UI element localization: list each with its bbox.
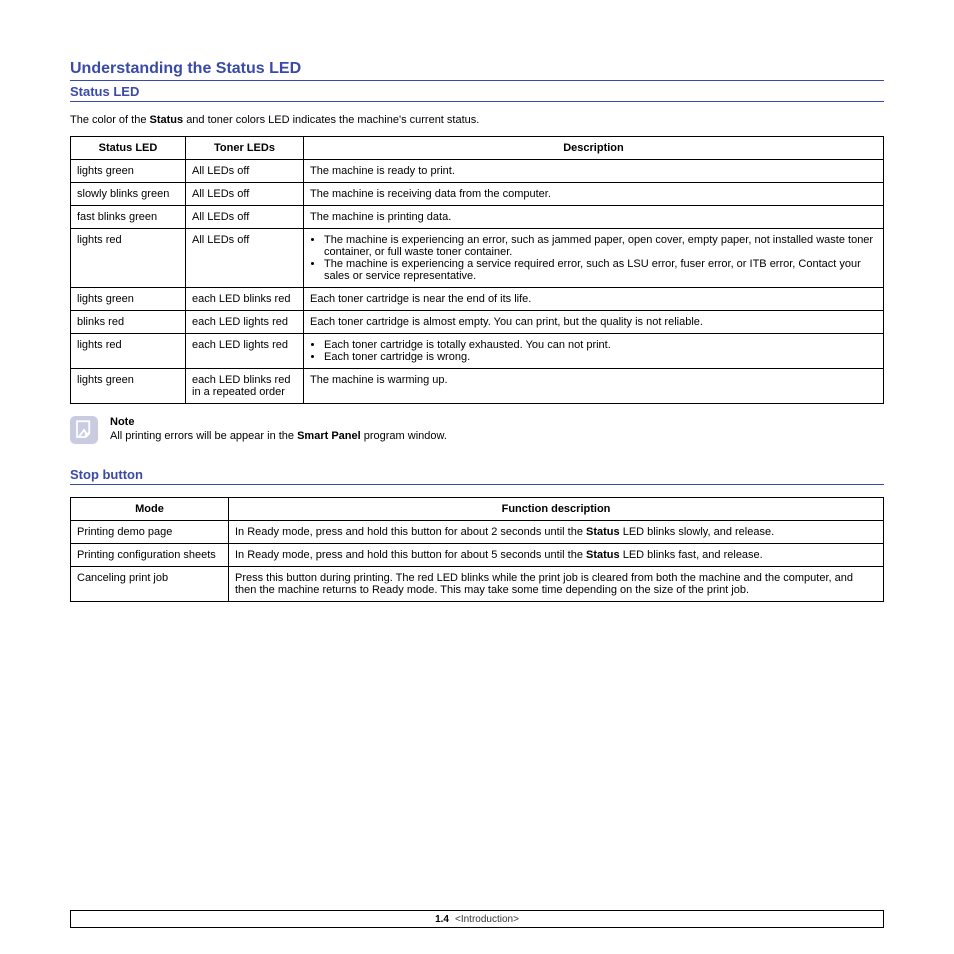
list-item: Each toner cartridge is wrong. — [324, 351, 877, 363]
table-row: Printing demo page In Ready mode, press … — [71, 521, 884, 544]
cell-desc: The machine is experiencing an error, su… — [304, 229, 884, 288]
note: Note All printing errors will be appear … — [70, 416, 884, 444]
table-row: blinks red each LED lights red Each tone… — [71, 311, 884, 334]
table-row: lights green All LEDs off The machine is… — [71, 160, 884, 183]
func-pre: In Ready mode, press and hold this butto… — [235, 526, 586, 538]
section-stop-button: Stop button Mode Function description Pr… — [70, 464, 884, 602]
cell-mode: Printing demo page — [71, 521, 229, 544]
intro-pre: The color of the — [70, 114, 150, 126]
col-toner-leds: Toner LEDs — [186, 137, 304, 160]
intro-text: The color of the Status and toner colors… — [70, 114, 884, 126]
cell-func: In Ready mode, press and hold this butto… — [229, 521, 884, 544]
cell-toner: each LED blinks red in a repeated order — [186, 369, 304, 404]
note-label: Note — [110, 416, 447, 428]
list-item: The machine is experiencing an error, su… — [324, 234, 877, 258]
footer-page-suffix: .4 — [441, 914, 449, 925]
cell-desc: The machine is printing data. — [304, 206, 884, 229]
cell-desc: The machine is ready to print. — [304, 160, 884, 183]
cell-status: lights red — [71, 334, 186, 369]
table-row: Printing configuration sheets In Ready m… — [71, 544, 884, 567]
cell-status: lights red — [71, 229, 186, 288]
func-pre: In Ready mode, press and hold this butto… — [235, 549, 586, 561]
cell-status: lights green — [71, 369, 186, 404]
list-item: The machine is experiencing a service re… — [324, 258, 877, 282]
note-pre: All printing errors will be appear in th… — [110, 430, 297, 442]
table-header-row: Mode Function description — [71, 498, 884, 521]
func-bold: Status — [586, 549, 620, 561]
note-post: program window. — [364, 430, 447, 442]
cell-desc: The machine is warming up. — [304, 369, 884, 404]
cell-toner: All LEDs off — [186, 229, 304, 288]
note-body: Note All printing errors will be appear … — [110, 416, 447, 442]
cell-toner: each LED lights red — [186, 334, 304, 369]
col-description: Description — [304, 137, 884, 160]
status-led-table: Status LED Toner LEDs Description lights… — [70, 136, 884, 404]
intro-bold: Status — [150, 114, 184, 126]
table-row: slowly blinks green All LEDs off The mac… — [71, 183, 884, 206]
table-row: Canceling print job Press this button du… — [71, 567, 884, 602]
footer-page: 1.4 — [435, 914, 449, 925]
cell-status: slowly blinks green — [71, 183, 186, 206]
note-bold: Smart Panel — [297, 430, 361, 442]
func-post: LED blinks fast, and release. — [623, 549, 763, 561]
table-row: lights red each LED lights red Each tone… — [71, 334, 884, 369]
col-function: Function description — [229, 498, 884, 521]
cell-status: lights green — [71, 160, 186, 183]
cell-toner: each LED blinks red — [186, 288, 304, 311]
cell-func: In Ready mode, press and hold this butto… — [229, 544, 884, 567]
table-row: lights green each LED blinks red in a re… — [71, 369, 884, 404]
desc-list: Each toner cartridge is totally exhauste… — [310, 339, 877, 363]
cell-desc: Each toner cartridge is almost empty. Yo… — [304, 311, 884, 334]
cell-toner: each LED lights red — [186, 311, 304, 334]
stop-button-table: Mode Function description Printing demo … — [70, 497, 884, 602]
desc-list: The machine is experiencing an error, su… — [310, 234, 877, 282]
table-row: lights red All LEDs off The machine is e… — [71, 229, 884, 288]
table-row: lights green each LED blinks red Each to… — [71, 288, 884, 311]
section-status-led: Understanding the Status LED Status LED … — [70, 60, 884, 444]
note-text: All printing errors will be appear in th… — [110, 430, 447, 442]
col-status-led: Status LED — [71, 137, 186, 160]
table-header-row: Status LED Toner LEDs Description — [71, 137, 884, 160]
cell-toner: All LEDs off — [186, 160, 304, 183]
subsection-title: Stop button — [70, 464, 884, 485]
cell-mode: Canceling print job — [71, 567, 229, 602]
subsection-title: Status LED — [70, 81, 884, 102]
cell-toner: All LEDs off — [186, 206, 304, 229]
intro-post: and toner colors LED indicates the machi… — [186, 114, 479, 126]
cell-mode: Printing configuration sheets — [71, 544, 229, 567]
cell-func: Press this button during printing. The r… — [229, 567, 884, 602]
footer-chapter: <Introduction> — [455, 914, 519, 925]
page-footer: 1.4 <Introduction> — [70, 910, 884, 928]
section-title: Understanding the Status LED — [70, 60, 884, 81]
note-icon — [70, 416, 98, 444]
cell-toner: All LEDs off — [186, 183, 304, 206]
cell-status: blinks red — [71, 311, 186, 334]
list-item: Each toner cartridge is totally exhauste… — [324, 339, 877, 351]
func-bold: Status — [586, 526, 620, 538]
table-row: fast blinks green All LEDs off The machi… — [71, 206, 884, 229]
cell-status: lights green — [71, 288, 186, 311]
cell-desc: Each toner cartridge is totally exhauste… — [304, 334, 884, 369]
cell-desc: Each toner cartridge is near the end of … — [304, 288, 884, 311]
func-post: LED blinks slowly, and release. — [623, 526, 774, 538]
cell-status: fast blinks green — [71, 206, 186, 229]
cell-desc: The machine is receiving data from the c… — [304, 183, 884, 206]
footer-box: 1.4 <Introduction> — [70, 910, 884, 928]
col-mode: Mode — [71, 498, 229, 521]
